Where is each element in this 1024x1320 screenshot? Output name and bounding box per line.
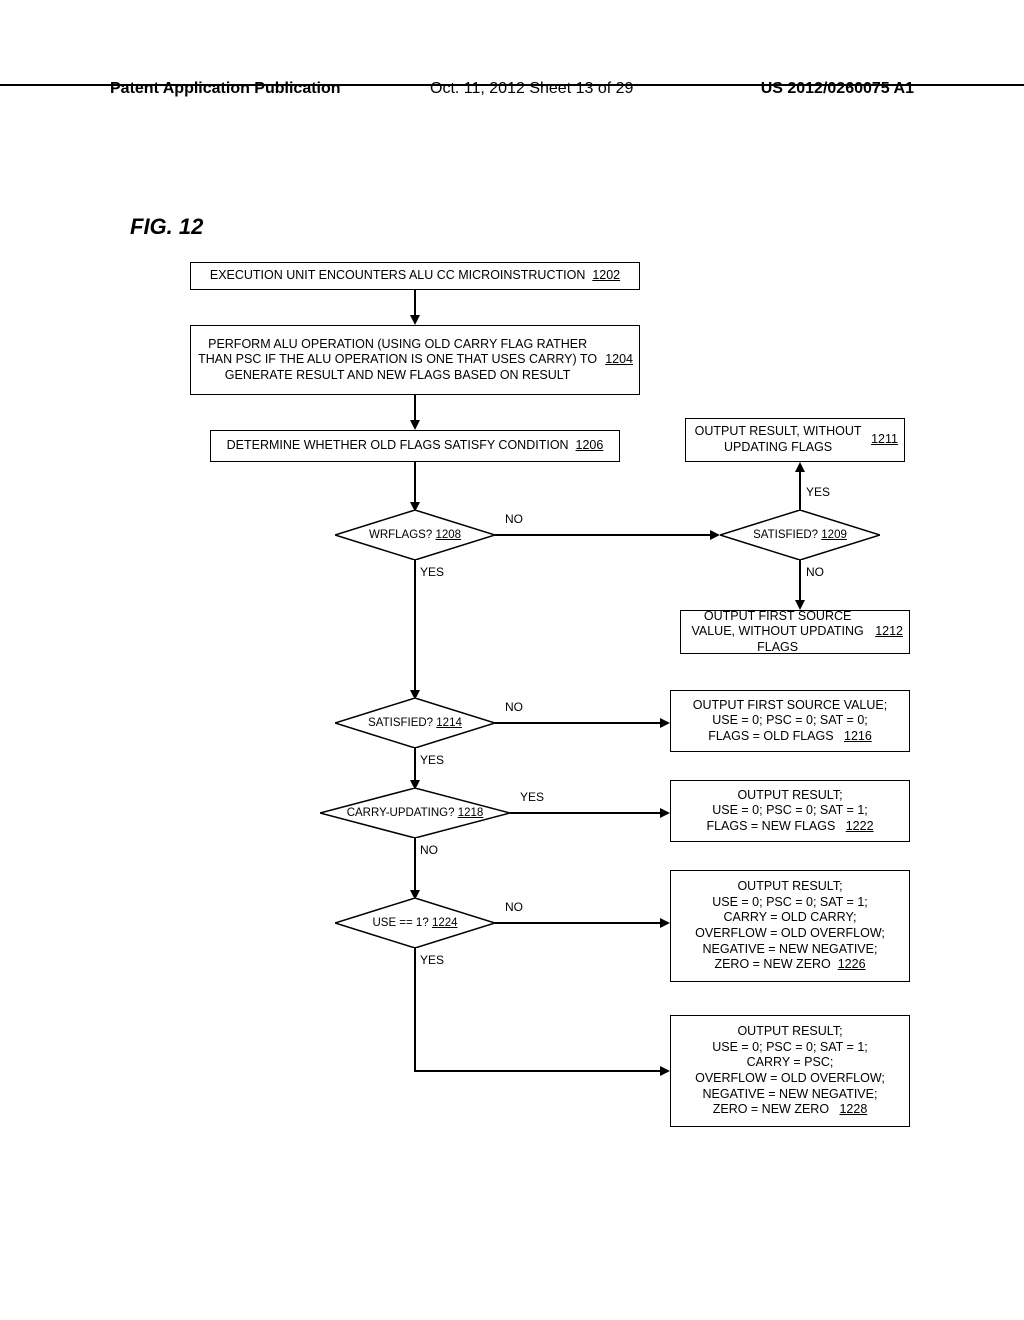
box-1206: DETERMINE WHETHER OLD FLAGS SATISFY COND… bbox=[210, 430, 620, 462]
b1222-ref: 1222 bbox=[846, 819, 874, 833]
box-1212-text: OUTPUT FIRST SOURCE VALUE, WITHOUT UPDAT… bbox=[687, 609, 868, 656]
label-no: NO bbox=[505, 512, 523, 526]
b1216-l1: OUTPUT FIRST SOURCE VALUE; bbox=[693, 698, 887, 714]
label-yes: YES bbox=[420, 753, 444, 767]
box-1212-ref: 1212 bbox=[875, 624, 903, 640]
label-no: NO bbox=[420, 843, 438, 857]
box-1228: OUTPUT RESULT; USE = 0; PSC = 0; SAT = 1… bbox=[670, 1015, 910, 1127]
b1226-l3: CARRY = OLD CARRY; bbox=[724, 910, 857, 926]
b1216-l3: FLAGS = OLD FLAGS bbox=[708, 729, 833, 743]
b1228-l3: CARRY = PSC; bbox=[747, 1055, 834, 1071]
b1226-ref: 1226 bbox=[838, 957, 866, 971]
decision-1214: SATISFIED? 1214 bbox=[335, 698, 495, 748]
b1228-l1: OUTPUT RESULT; bbox=[737, 1024, 842, 1040]
b1228-l4: OVERFLOW = OLD OVERFLOW; bbox=[695, 1071, 885, 1087]
arrowhead-icon bbox=[795, 462, 805, 472]
b1216-l2: USE = 0; PSC = 0; SAT = 0; bbox=[712, 713, 868, 729]
decision-1214-ref: 1214 bbox=[436, 717, 462, 729]
b1216-ref: 1216 bbox=[844, 729, 872, 743]
arrow-line bbox=[414, 395, 416, 420]
arrow-line bbox=[414, 1070, 660, 1072]
decision-1224-text: USE == 1? bbox=[372, 917, 428, 929]
arrow-line bbox=[495, 922, 660, 924]
arrow-line bbox=[414, 748, 416, 780]
decision-1208: WRFLAGS? 1208 bbox=[335, 510, 495, 560]
label-yes: YES bbox=[520, 790, 544, 804]
decision-1218-ref: 1218 bbox=[458, 807, 484, 819]
b1222-l3: FLAGS = NEW FLAGS bbox=[706, 819, 835, 833]
box-1222: OUTPUT RESULT; USE = 0; PSC = 0; SAT = 1… bbox=[670, 780, 910, 842]
b1226-l2: USE = 0; PSC = 0; SAT = 1; bbox=[712, 895, 868, 911]
box-1226: OUTPUT RESULT; USE = 0; PSC = 0; SAT = 1… bbox=[670, 870, 910, 982]
b1222-l1: OUTPUT RESULT; bbox=[737, 788, 842, 804]
box-1202-ref: 1202 bbox=[592, 268, 620, 284]
b1228-l5: NEGATIVE = NEW NEGATIVE; bbox=[703, 1087, 878, 1103]
b1222-l2: USE = 0; PSC = 0; SAT = 1; bbox=[712, 803, 868, 819]
box-1204: PERFORM ALU OPERATION (USING OLD CARRY F… bbox=[190, 325, 640, 395]
page-header: Patent Application Publication Oct. 11, … bbox=[0, 80, 1024, 86]
header-mid: Oct. 11, 2012 Sheet 13 of 29 bbox=[430, 80, 633, 98]
header-right: US 2012/0260075 A1 bbox=[761, 80, 914, 98]
box-1211-text: OUTPUT RESULT, WITHOUT UPDATING FLAGS bbox=[692, 424, 864, 455]
box-1202-text: EXECUTION UNIT ENCOUNTERS ALU CC MICROIN… bbox=[210, 268, 586, 284]
decision-1214-text: SATISFIED? bbox=[368, 717, 433, 729]
box-1211: OUTPUT RESULT, WITHOUT UPDATING FLAGS 12… bbox=[685, 418, 905, 462]
arrowhead-icon bbox=[660, 808, 670, 818]
decision-1218-text: CARRY-UPDATING? bbox=[347, 807, 455, 819]
box-1202: EXECUTION UNIT ENCOUNTERS ALU CC MICROIN… bbox=[190, 262, 640, 290]
label-no: NO bbox=[806, 565, 824, 579]
b1228-l6: ZERO = NEW ZERO bbox=[713, 1102, 829, 1116]
b1226-l6: ZERO = NEW ZERO bbox=[714, 957, 830, 971]
decision-1218: CARRY-UPDATING? 1218 bbox=[320, 788, 510, 838]
b1226-l4: OVERFLOW = OLD OVERFLOW; bbox=[695, 926, 885, 942]
arrowhead-icon bbox=[660, 1066, 670, 1076]
arrow-line bbox=[414, 560, 416, 690]
decision-1224: USE == 1? 1224 bbox=[335, 898, 495, 948]
arrowhead-icon bbox=[410, 420, 420, 430]
box-1216: OUTPUT FIRST SOURCE VALUE; USE = 0; PSC … bbox=[670, 690, 910, 752]
box-1204-ref: 1204 bbox=[605, 352, 633, 368]
arrow-line bbox=[414, 948, 416, 1070]
arrow-line bbox=[414, 290, 416, 315]
b1226-l5: NEGATIVE = NEW NEGATIVE; bbox=[703, 942, 878, 958]
b1228-ref: 1228 bbox=[839, 1102, 867, 1116]
decision-1209-ref: 1209 bbox=[821, 529, 847, 541]
decision-1208-text: WRFLAGS? bbox=[369, 529, 432, 541]
arrow-line bbox=[414, 838, 416, 890]
decision-1209-text: SATISFIED? bbox=[753, 529, 818, 541]
decision-1208-ref: 1208 bbox=[435, 529, 461, 541]
box-1211-ref: 1211 bbox=[871, 432, 898, 448]
header-left: Patent Application Publication bbox=[110, 80, 341, 98]
box-1206-text: DETERMINE WHETHER OLD FLAGS SATISFY COND… bbox=[227, 438, 569, 454]
arrow-line bbox=[495, 722, 660, 724]
arrowhead-icon bbox=[660, 718, 670, 728]
arrow-line bbox=[510, 812, 660, 814]
arrow-line bbox=[414, 462, 416, 502]
arrow-line bbox=[799, 560, 801, 600]
label-yes: YES bbox=[420, 565, 444, 579]
b1226-l1: OUTPUT RESULT; bbox=[737, 879, 842, 895]
decision-1209: SATISFIED? 1209 bbox=[720, 510, 880, 560]
box-1204-text: PERFORM ALU OPERATION (USING OLD CARRY F… bbox=[197, 337, 598, 384]
figure-label: FIG. 12 bbox=[130, 214, 203, 240]
label-no: NO bbox=[505, 900, 523, 914]
label-yes: YES bbox=[420, 953, 444, 967]
label-no: NO bbox=[505, 700, 523, 714]
box-1206-ref: 1206 bbox=[576, 438, 604, 454]
arrowhead-icon bbox=[660, 918, 670, 928]
box-1212: OUTPUT FIRST SOURCE VALUE, WITHOUT UPDAT… bbox=[680, 610, 910, 654]
label-yes: YES bbox=[806, 485, 830, 499]
decision-1224-ref: 1224 bbox=[432, 917, 458, 929]
arrow-line bbox=[799, 472, 801, 510]
arrowhead-icon bbox=[410, 315, 420, 325]
b1228-l2: USE = 0; PSC = 0; SAT = 1; bbox=[712, 1040, 868, 1056]
arrow-line bbox=[495, 534, 710, 536]
arrowhead-icon bbox=[710, 530, 720, 540]
